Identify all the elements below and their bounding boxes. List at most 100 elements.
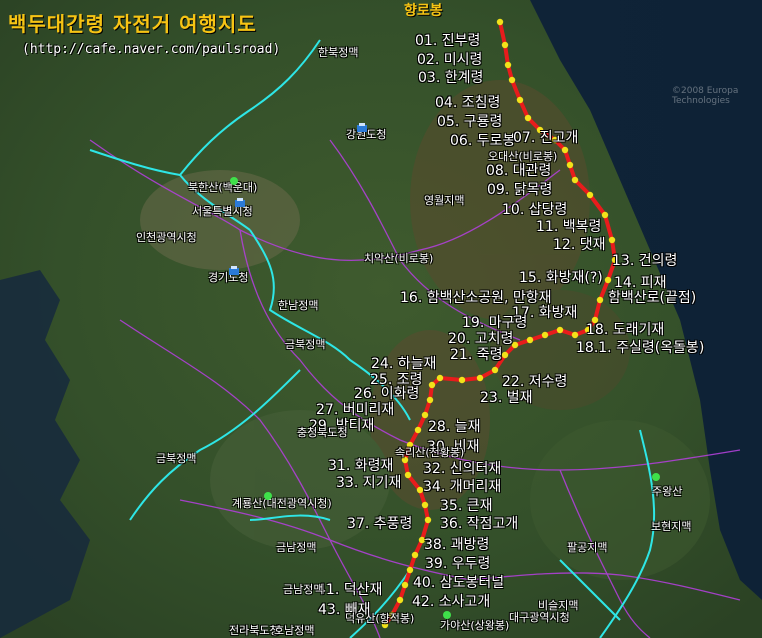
waypoint-dot [436,374,444,382]
waypoint-label[interactable]: 08. 대관령 [486,163,551,179]
satellite-terrain [0,0,762,638]
waypoint-label[interactable]: 01. 진부령 [415,33,480,49]
waypoint-label[interactable]: 31. 화령재 [328,458,393,474]
waypoint-label[interactable]: 03. 한계령 [418,70,483,86]
waypoint-dot [586,191,594,199]
waypoint-label[interactable]: 06. 두로봉 [450,133,515,149]
waypoint-dot [476,374,484,382]
peak-marker-icon [652,473,660,481]
map-title: 백두대간령 자전거 여행지도 [8,12,257,36]
waypoint-dot [508,76,516,84]
place-label: 팔공지맥 [567,541,608,554]
waypoint-label[interactable]: 35. 큰재 [440,498,492,514]
waypoint-dot [414,426,422,434]
city-hall-icon [235,198,245,207]
waypoint-dot [601,211,609,219]
waypoint-label[interactable]: 21. 죽령 [450,347,502,363]
place-label: 전라북도청 [229,624,280,637]
waypoint-label[interactable]: 32. 신의터재 [423,461,501,477]
waypoint-label[interactable]: 33. 지기재 [336,475,401,491]
waypoint-dot [501,351,509,359]
place-label: 속리산(천황봉) [395,446,465,459]
start-label: 향로봉 [404,3,443,19]
peak-marker-icon [264,492,272,500]
waypoint-dot [516,96,524,104]
waypoint-dot [404,471,412,479]
waypoint-dot [596,296,604,304]
waypoint-dot [571,331,579,339]
place-label: 금남정맥 [283,583,324,596]
waypoint-label[interactable]: 22. 저수령 [502,374,567,390]
waypoint-label[interactable]: 40. 삼도봉터널 [413,575,504,591]
waypoint-label[interactable]: 07. 진고개 [513,130,578,146]
waypoint-label[interactable]: 34. 개머리재 [423,479,501,495]
waypoint-label[interactable]: 18.1. 주실령(옥돌봉) [576,340,704,356]
waypoint-label[interactable]: 24. 하늘재 [371,356,436,372]
waypoint-dot [421,411,429,419]
place-label: 대구광역시청 [509,611,570,624]
waypoint-label[interactable]: 14. 피재 [614,275,666,291]
waypoint-label[interactable]: 18. 도래기재 [586,322,664,338]
place-label: 치악산(비로봉) [364,252,434,265]
waypoint-dot [561,146,569,154]
place-label: 금북정맥 [285,338,326,351]
city-hall-icon [357,123,367,132]
waypoint-dot [501,41,509,49]
waypoint-label[interactable]: 15. 화방재(?) [519,270,603,286]
waypoint-label[interactable]: 13. 건의령 [612,253,677,269]
place-label: 한남정맥 [278,299,319,312]
place-label: 주왕산 [652,485,683,498]
waypoint-dot [541,331,549,339]
cafe-url-link[interactable]: (http://cafe.naver.com/paulsroad) [22,42,280,57]
waypoint-dot [426,396,434,404]
place-label: 북한산(백운대) [188,181,258,194]
waypoint-label[interactable]: 16. 함백산소공원, 만항재 [400,290,552,306]
waypoint-dot [491,366,499,374]
waypoint-dot [566,161,574,169]
waypoint-label[interactable]: 11. 백복령 [536,219,601,235]
place-label: 영월지맥 [424,194,465,207]
waypoint-label[interactable]: 05. 구룡령 [437,114,502,130]
waypoint-label[interactable]: 함백산로(끝점) [608,290,696,306]
waypoint-label[interactable]: 26. 이화령 [354,386,419,402]
waypoint-label[interactable]: 39. 우두령 [425,556,490,572]
place-label: 가야산(상왕봉) [440,619,510,632]
waypoint-dot [458,376,466,384]
waypoint-label[interactable]: 23. 벌재 [480,390,532,406]
waypoint-dot [428,381,436,389]
waypoint-dot [424,516,432,524]
waypoint-dot [571,176,579,184]
waypoint-label[interactable]: 41. 덕산재 [317,582,382,598]
place-label: 덕유산(향적봉) [345,612,415,625]
place-label: 보현지맥 [651,520,692,533]
waypoint-label[interactable]: 37. 추풍령 [347,516,412,532]
waypoint-dot [604,276,612,284]
place-label: 인천광역시청 [136,231,197,244]
copyright-watermark: ©2008 Europa Technologies [672,86,739,106]
waypoint-label[interactable]: 28. 늘재 [428,419,480,435]
waypoint-label[interactable]: 38. 괘방령 [424,537,489,553]
waypoint-dot [608,236,616,244]
waypoint-label[interactable]: 12. 댓재 [553,237,605,253]
waypoint-label[interactable]: 36. 작점고개 [440,516,518,532]
place-label: 충청북도청 [297,426,348,439]
waypoint-dot [556,326,564,334]
place-label: 오대산(비로봉) [488,150,558,163]
city-hall-icon [229,266,239,275]
waypoint-label[interactable]: 19. 마구령 [462,315,527,331]
place-label: 한북정맥 [318,46,359,59]
waypoint-dot [406,566,414,574]
waypoint-label[interactable]: 02. 미시령 [417,52,482,68]
waypoint-label[interactable]: 09. 닭목령 [487,182,552,198]
waypoint-dot [411,551,419,559]
waypoint-dot [496,18,504,26]
waypoint-label[interactable]: 04. 조침령 [435,95,500,111]
waypoint-label[interactable]: 20. 고치령 [448,331,513,347]
waypoint-label[interactable]: 27. 버미리재 [316,402,394,418]
place-label: 호남정맥 [274,624,315,637]
map-canvas[interactable]: 백두대간령 자전거 여행지도 (http://cafe.naver.com/pa… [0,0,762,638]
waypoint-dot [504,61,512,69]
waypoint-label[interactable]: 42. 소사고개 [412,594,490,610]
waypoint-label[interactable]: 10. 삽당령 [502,202,567,218]
peak-marker-icon [443,611,451,619]
